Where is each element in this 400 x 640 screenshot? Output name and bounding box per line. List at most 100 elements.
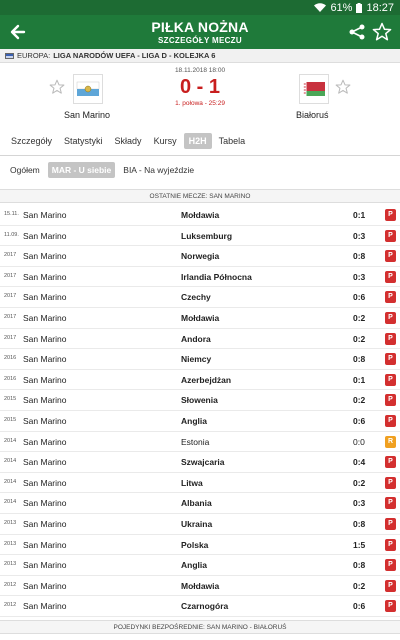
match-score: 0:6 (353, 415, 366, 426)
away-team: Mołdawia (181, 580, 220, 591)
match-row[interactable]: 2017 San Marino Norwegia 0:8 P (0, 246, 400, 267)
subtab-away[interactable]: BIA - Na wyjeździe (119, 162, 198, 178)
match-date: 2017 (4, 313, 17, 320)
tab-h2h[interactable]: H2H (183, 133, 212, 149)
match-score: 0:4 (353, 457, 366, 468)
tab-kursy[interactable]: Kursy (149, 133, 182, 149)
match-date: 2016 (4, 355, 17, 362)
match-row[interactable]: 11.09. San Marino Luksemburg 0:3 P (0, 226, 400, 247)
status-bar: 61% 18:27 (0, 0, 400, 15)
result-badge: P (385, 209, 396, 221)
match-row[interactable]: 2014 San Marino Albania 0:3 P (0, 493, 400, 514)
result-badge: P (385, 517, 396, 530)
match-tabs: Szczegóły Statystyki Składy Kursy H2H Ta… (0, 131, 400, 151)
match-row[interactable]: 2016 San Marino Azerbejdżan 0:1 P (0, 370, 400, 391)
page-title: PIŁKA NOŻNA (151, 19, 249, 35)
league-info[interactable]: EUROPA: LIGA NARODÓW UEFA - LIGA D - KOL… (0, 49, 400, 63)
clock: 18:27 (366, 1, 394, 14)
result-badge: P (385, 394, 396, 407)
away-team-name[interactable]: Białoruś (296, 110, 329, 120)
match-row[interactable]: 2015 San Marino Słowenia 0:2 P (0, 390, 400, 411)
home-team: San Marino (23, 374, 67, 385)
match-date: 2012 (4, 602, 17, 609)
match-row[interactable]: 2014 San Marino Litwa 0:2 P (0, 473, 400, 494)
away-team-crest[interactable] (299, 74, 329, 104)
home-team: San Marino (23, 560, 67, 571)
result-badge: R (385, 435, 396, 448)
match-score: 0:3 (353, 271, 366, 282)
tab-szczegoly[interactable]: Szczegóły (6, 133, 57, 149)
result-badge: P (385, 476, 396, 489)
tab-sklady[interactable]: Składy (110, 133, 147, 149)
h2h-section-title[interactable]: POJEDYNKI BEZPOŚREDNIE: SAN MARINO - BIA… (0, 620, 400, 634)
match-score: 0:6 (353, 601, 366, 612)
match-score: 0:2 (353, 333, 366, 344)
home-team: San Marino (23, 354, 67, 365)
match-date: 2017 (4, 334, 17, 341)
away-team: Norwegia (181, 251, 220, 262)
result-badge: P (385, 559, 396, 572)
away-team: Czarnogóra (181, 601, 229, 612)
match-header: San Marino 18.11.2018 18:00 0 - 1 1. poł… (0, 63, 400, 127)
result-badge: P (385, 579, 396, 592)
result-badge: P (385, 456, 396, 469)
share-icon[interactable] (348, 23, 366, 41)
result-badge: P (385, 291, 396, 304)
league-name: LIGA NARODÓW UEFA - LIGA D - KOLEJKA 6 (53, 51, 216, 60)
home-team: San Marino (23, 436, 67, 447)
match-date: 2016 (4, 375, 17, 382)
result-badge: P (385, 270, 396, 283)
match-date: 2017 (4, 272, 17, 279)
match-row[interactable]: 2012 San Marino Mołdawia 0:2 P (0, 576, 400, 597)
home-team: San Marino (23, 457, 67, 468)
match-date: 2014 (4, 499, 17, 506)
match-score: 0:6 (353, 292, 366, 303)
home-team: San Marino (23, 395, 67, 406)
battery-icon (356, 2, 363, 13)
away-team: Anglia (181, 560, 207, 571)
match-list: 15.11. San Marino Mołdawia 0:1 P 11.09. San Ma… (0, 205, 400, 617)
match-row[interactable]: 2013 San Marino Anglia 0:8 P (0, 555, 400, 576)
away-team: Estonia (181, 436, 210, 447)
match-row[interactable]: 2017 San Marino Andora 0:2 P (0, 329, 400, 350)
wifi-icon (314, 3, 327, 12)
match-date: 2012 (4, 581, 17, 588)
match-row[interactable]: 2017 San Marino Irlandia Północna 0:3 P (0, 267, 400, 288)
match-row[interactable]: 2014 San Marino Szwajcaria 0:4 P (0, 452, 400, 473)
home-team: San Marino (23, 292, 67, 303)
match-date: 2017 (4, 293, 17, 300)
section-title: OSTATNIE MECZE: SAN MARINO (0, 189, 400, 203)
match-row[interactable]: 15.11. San Marino Mołdawia 0:1 P (0, 205, 400, 226)
match-row[interactable]: 2016 San Marino Niemcy 0:8 P (0, 349, 400, 370)
home-team: San Marino (23, 210, 67, 220)
away-team: Luksemburg (181, 230, 233, 241)
match-row[interactable]: 2012 San Marino Czarnogóra 0:6 P (0, 596, 400, 617)
home-team: San Marino (23, 415, 67, 426)
subtab-home[interactable]: MAR - U siebie (47, 162, 116, 178)
favorite-star-icon[interactable] (372, 22, 392, 42)
match-date: 11.09. (4, 231, 19, 238)
match-date: 2015 (4, 416, 17, 423)
subtab-overall[interactable]: Ogółem (6, 162, 44, 178)
match-row[interactable]: 2013 San Marino Ukraina 0:8 P (0, 514, 400, 535)
tab-statystyki[interactable]: Statystyki (59, 133, 108, 149)
result-badge: P (385, 538, 396, 551)
match-row[interactable]: 2013 San Marino Polska 1:5 P (0, 535, 400, 556)
match-date: 2014 (4, 437, 17, 444)
match-row[interactable]: 2017 San Marino Czechy 0:6 P (0, 287, 400, 308)
home-team: San Marino (23, 601, 67, 612)
app-bar: PIŁKA NOŻNA SZCZEGÓŁY MECZU (0, 15, 400, 49)
match-row[interactable]: 2017 San Marino Mołdawia 0:2 P (0, 308, 400, 329)
tab-tabela[interactable]: Tabela (214, 133, 251, 149)
match-row[interactable]: 2014 San Marino Estonia 0:0 R (0, 432, 400, 453)
home-team: San Marino (23, 539, 67, 550)
match-row[interactable]: 2015 San Marino Anglia 0:6 P (0, 411, 400, 432)
match-score: 0:8 (353, 560, 366, 571)
match-date: 2017 (4, 252, 17, 259)
home-team-name[interactable]: San Marino (64, 110, 110, 120)
match-date: 2013 (4, 519, 17, 526)
battery-percent: 61% (330, 1, 353, 14)
result-badge: P (385, 353, 396, 366)
away-favorite-star-icon[interactable] (335, 79, 351, 95)
away-team: Irlandia Północna (181, 271, 252, 282)
